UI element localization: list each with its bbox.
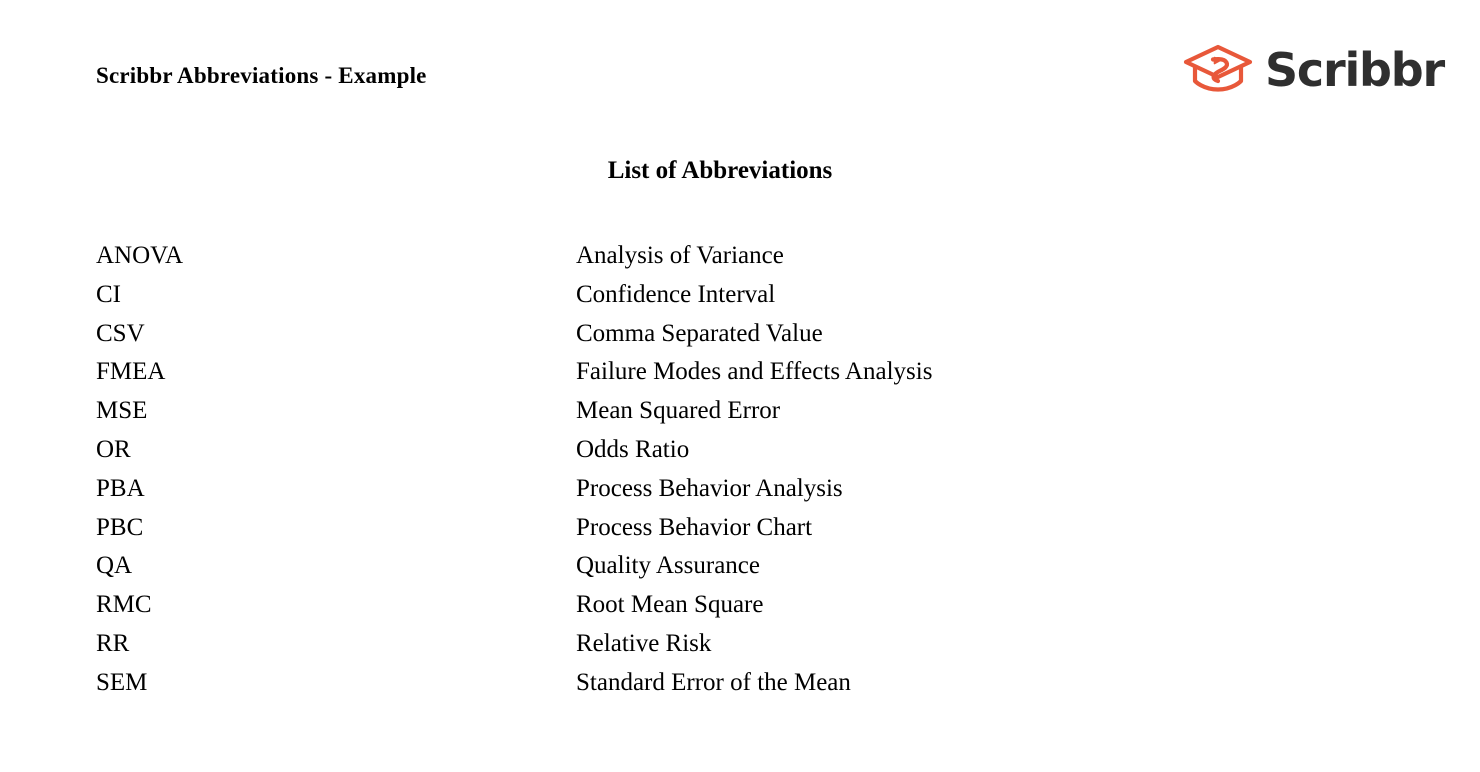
abbreviation-short: OR: [96, 435, 131, 463]
abbreviation-row: FMEA Failure Modes and Effects Analysis: [0, 353, 1480, 392]
abbreviation-definition: Failure Modes and Effects Analysis: [576, 358, 933, 386]
scribbr-wordmark: Scribbr: [1265, 43, 1445, 97]
abbreviation-row: ANOVA Analysis of Variance: [0, 237, 1480, 276]
abbreviation-row: MSE Mean Squared Error: [0, 392, 1480, 431]
abbreviation-short: RR: [96, 629, 130, 657]
abbreviation-short: MSE: [96, 397, 148, 425]
abbreviation-short: ANOVA: [96, 242, 184, 269]
abbreviation-short: QA: [96, 552, 133, 580]
section-heading: List of Abbreviations: [607, 157, 833, 184]
abbreviation-definition: Comma Separated Value: [576, 319, 823, 347]
abbreviation-definition: Process Behavior Chart: [576, 513, 813, 541]
abbreviation-definition: Root Mean Square: [576, 591, 764, 619]
abbreviation-row: RMC Root Mean Square: [0, 586, 1480, 625]
abbreviation-definition: Quality Assurance: [576, 552, 760, 580]
abbreviation-definition: Process Behavior Analysis: [576, 474, 843, 502]
abbreviation-row: CSV Comma Separated Value: [0, 315, 1480, 354]
abbreviation-row: OR Odds Ratio: [0, 431, 1480, 470]
abbreviation-short: CI: [96, 280, 121, 308]
abbreviation-short: CSV: [96, 319, 145, 347]
abbreviation-row: PBA Process Behavior Analysis: [0, 470, 1480, 509]
page-header: Scribbr Abbreviations - Example Scribbr: [0, 0, 1480, 130]
abbreviation-row: SEM Standard Error of the Mean: [0, 664, 1480, 703]
abbreviation-definition: Mean Squared Error: [576, 397, 781, 425]
abbreviation-short: FMEA: [96, 358, 166, 386]
abbreviation-short: SEM: [96, 668, 148, 696]
abbreviation-row: RR Relative Risk: [0, 625, 1480, 664]
abbreviation-definition: Analysis of Variance: [576, 242, 784, 269]
abbreviation-short: PBA: [96, 474, 145, 502]
abbreviation-row: CI Confidence Interval: [0, 276, 1480, 315]
abbreviation-definition: Confidence Interval: [576, 280, 776, 308]
abbreviation-row: QA Quality Assurance: [0, 547, 1480, 586]
abbreviation-short: RMC: [96, 591, 152, 619]
abbreviation-definition: Odds Ratio: [576, 435, 690, 463]
abbreviation-definition: Relative Risk: [576, 629, 712, 657]
abbreviation-row: PBC Process Behavior Chart: [0, 509, 1480, 548]
abbreviation-definition: Standard Error of the Mean: [576, 668, 851, 696]
graduation-cap-icon: [1181, 43, 1255, 95]
document-title: Scribbr Abbreviations - Example: [96, 63, 427, 88]
scribbr-logo: Scribbr: [1181, 40, 1445, 98]
abbreviations-list: ANOVA Analysis of Variance CI Confidence In…: [0, 237, 1480, 703]
abbreviation-short: PBC: [96, 513, 144, 541]
